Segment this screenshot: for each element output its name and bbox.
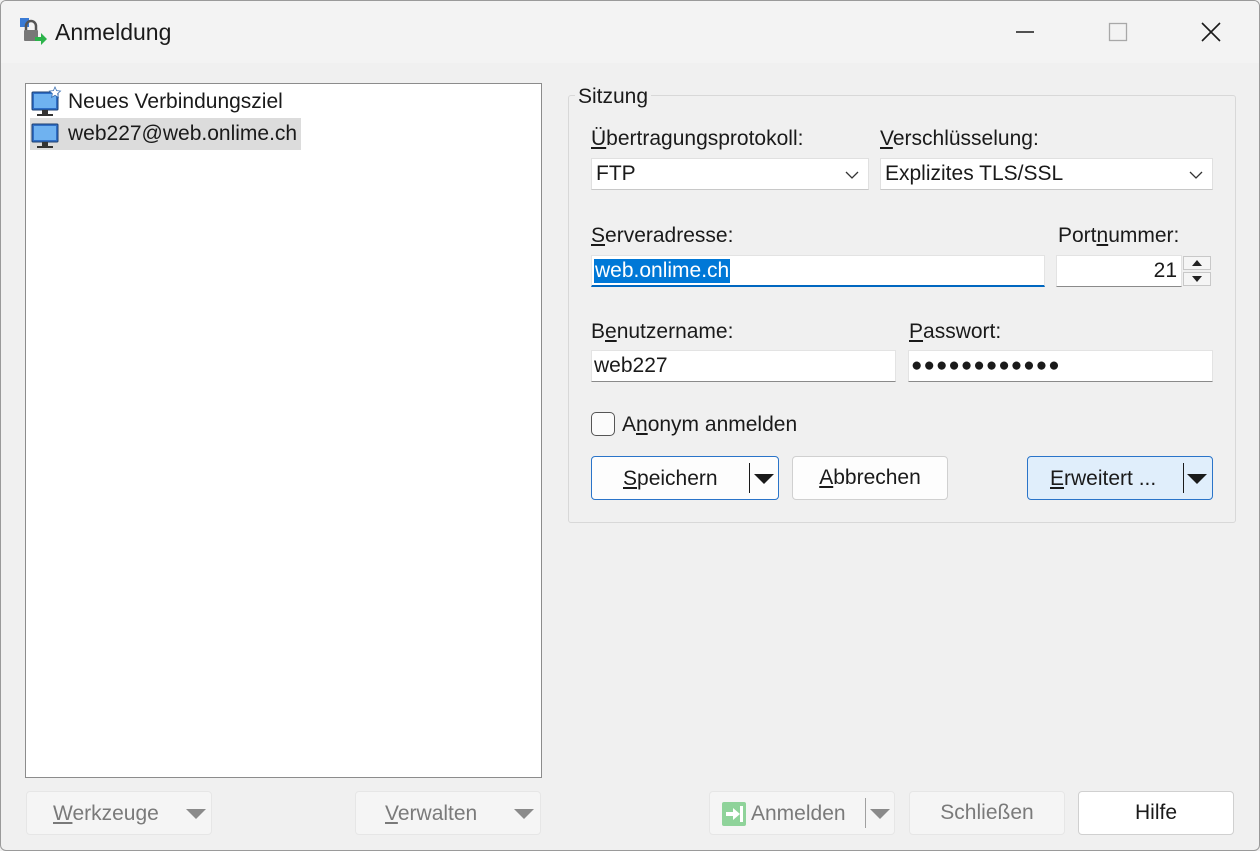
cancel-button[interactable]: Abbrechen <box>792 456 948 500</box>
password-label-text: asswort: <box>923 320 1002 343</box>
close-window-button[interactable] <box>1165 1 1257 63</box>
tree-item-label: Neues Verbindungsziel <box>68 90 283 113</box>
protocol-value: FTP <box>596 162 636 185</box>
help-button-label: Hilfe <box>1134 801 1177 824</box>
help-button[interactable]: Hilfe <box>1078 791 1234 835</box>
close-button[interactable]: Schließen <box>909 791 1065 835</box>
app-lock-icon <box>20 18 47 45</box>
login-dialog: Anmeldung Neues Verbindungsziel web227@w… <box>0 0 1260 851</box>
minimize-icon <box>1016 31 1034 33</box>
tree-item-new-site[interactable]: Neues Verbindungsziel <box>30 86 287 118</box>
anonymous-label[interactable]: Anonym anmelden <box>622 413 797 437</box>
encryption-label-text: erschlüsselung: <box>892 127 1039 150</box>
advanced-split-separator <box>1183 463 1184 493</box>
spin-up-icon <box>1192 260 1202 266</box>
port-label-text-2: ummer: <box>1108 224 1180 247</box>
save-button-accesskey: S <box>623 467 638 490</box>
tools-button-label: Werkzeuge <box>53 802 159 826</box>
advanced-button-label-text: rweitert ... <box>1064 467 1157 490</box>
protocol-label-accesskey: Ü <box>591 127 607 150</box>
protocol-label-text: bertragungsprotokoll: <box>606 127 804 150</box>
cancel-button-label: Abbrechen <box>819 466 921 490</box>
tools-dropdown-arrow-icon <box>186 809 206 819</box>
site-tree[interactable]: Neues Verbindungsziel web227@web.onlime.… <box>25 83 542 778</box>
login-button[interactable]: Anmelden <box>709 791 895 835</box>
manage-button-label-text: erwalten <box>397 802 478 825</box>
password-label: Passwort: <box>909 320 1001 344</box>
username-input[interactable]: web227 <box>591 350 896 382</box>
port-down-button[interactable] <box>1183 272 1211 286</box>
user-label: Benutzername: <box>591 320 733 344</box>
chevron-down-icon <box>845 171 859 179</box>
server-address-value: web.onlime.ch <box>594 258 731 283</box>
tools-button-label-text: erkzeuge <box>72 802 159 825</box>
login-split-separator <box>865 798 866 828</box>
login-button-label: Anmelden <box>751 802 846 825</box>
server-address-input[interactable]: web.onlime.ch <box>591 255 1045 287</box>
advanced-button-label: Erweitert ... <box>1050 467 1156 491</box>
tools-button-accesskey: W <box>53 802 73 825</box>
advanced-button[interactable]: Erweitert ... <box>1027 456 1213 500</box>
anonymous-label-text-2: onym anmelden <box>647 413 798 436</box>
save-split-separator <box>749 463 750 493</box>
port-value: 21 <box>1153 259 1177 282</box>
protocol-label: Übertragungsprotokoll: <box>591 127 803 151</box>
manage-button-accesskey: V <box>385 802 398 825</box>
login-icon <box>722 802 746 826</box>
port-up-button[interactable] <box>1183 256 1211 270</box>
server-label-text: erveradresse: <box>605 224 734 247</box>
manage-dropdown-arrow-icon <box>514 809 534 819</box>
title-bar: Anmeldung <box>1 1 1259 63</box>
window-title: Anmeldung <box>55 19 172 45</box>
password-input[interactable]: ●●●●●●●●●●●● <box>908 350 1213 382</box>
close-button-label: Schließen <box>940 801 1034 824</box>
encryption-label: Verschlüsselung: <box>880 127 1039 151</box>
tools-button[interactable]: Werkzeuge <box>26 791 212 835</box>
encryption-select[interactable]: Explizites TLS/SSL <box>880 158 1213 190</box>
port-input[interactable]: 21 <box>1056 255 1182 287</box>
minimize-button[interactable] <box>979 1 1071 63</box>
manage-button[interactable]: Verwalten <box>355 791 541 835</box>
encryption-value: Explizites TLS/SSL <box>885 162 1064 185</box>
save-button[interactable]: Speichern <box>591 456 779 500</box>
port-spinner[interactable] <box>1183 256 1211 286</box>
cancel-button-label-text: bbrechen <box>833 466 921 489</box>
user-label-text-1: B <box>591 320 606 343</box>
login-dropdown-arrow-icon <box>870 809 890 819</box>
tree-item-label: web227@web.onlime.ch <box>68 122 298 145</box>
advanced-button-accesskey: E <box>1050 467 1065 490</box>
port-label-accesskey: n <box>1096 224 1109 247</box>
advanced-dropdown-arrow-icon[interactable] <box>1187 474 1207 484</box>
password-label-accesskey: P <box>909 320 924 343</box>
maximize-button[interactable] <box>1072 1 1164 63</box>
close-icon <box>1201 22 1221 42</box>
anonymous-checkbox[interactable] <box>591 412 615 436</box>
encryption-label-accesskey: V <box>880 127 893 150</box>
username-value: web227 <box>594 354 668 377</box>
session-group-title: Sitzung <box>575 85 652 109</box>
anonymous-label-accesskey: n <box>636 413 648 436</box>
chevron-down-icon <box>1189 171 1203 179</box>
manage-button-label: Verwalten <box>385 802 477 826</box>
tree-item-site-web227[interactable]: web227@web.onlime.ch <box>30 118 302 150</box>
maximize-icon <box>1108 22 1128 42</box>
port-label-text-1: Port <box>1058 224 1097 247</box>
save-dropdown-arrow-icon[interactable] <box>754 474 774 484</box>
server-label: Serveradresse: <box>591 224 733 248</box>
site-monitor-icon <box>31 123 59 148</box>
save-button-label-text: peichern <box>637 467 718 490</box>
spin-down-icon <box>1192 276 1202 282</box>
cancel-button-accesskey: A <box>819 466 834 489</box>
server-label-accesskey: S <box>591 224 606 247</box>
anonymous-label-text-1: A <box>622 413 637 436</box>
save-button-label: Speichern <box>623 467 718 491</box>
new-site-monitor-icon <box>31 86 62 116</box>
password-value: ●●●●●●●●●●●● <box>911 355 1061 376</box>
user-label-accesskey: e <box>605 320 617 343</box>
protocol-select[interactable]: FTP <box>591 158 869 190</box>
port-label: Portnummer: <box>1058 224 1179 248</box>
user-label-text-2: nutzername: <box>616 320 734 343</box>
